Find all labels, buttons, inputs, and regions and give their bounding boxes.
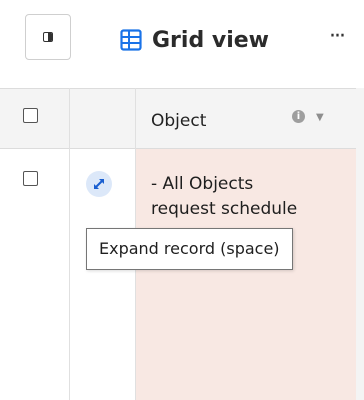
row-checkbox[interactable] xyxy=(23,171,38,186)
info-icon[interactable]: i xyxy=(292,110,305,123)
grid-icon xyxy=(120,29,142,51)
select-all-checkbox[interactable] xyxy=(23,108,38,123)
next-column-edge xyxy=(356,88,364,400)
sidebar-toggle-icon xyxy=(43,32,53,42)
view-switcher[interactable]: Grid view xyxy=(120,20,269,60)
expand-record-button[interactable] xyxy=(86,171,112,197)
cell-text-line: - All Objects xyxy=(151,174,254,194)
column-divider xyxy=(69,149,70,400)
toolbar: Grid view ··· xyxy=(0,0,364,88)
more-icon[interactable]: ··· xyxy=(329,24,346,49)
sidebar-toggle-button[interactable] xyxy=(25,14,71,60)
expand-icon xyxy=(94,179,104,189)
chevron-down-icon[interactable]: ▼ xyxy=(316,112,324,123)
column-divider xyxy=(135,149,136,400)
column-header-object[interactable]: Object xyxy=(151,111,206,131)
expand-record-tooltip: Expand record (space) xyxy=(86,228,293,270)
cell-text-line: request schedule xyxy=(151,199,298,219)
view-name: Grid view xyxy=(152,27,269,53)
